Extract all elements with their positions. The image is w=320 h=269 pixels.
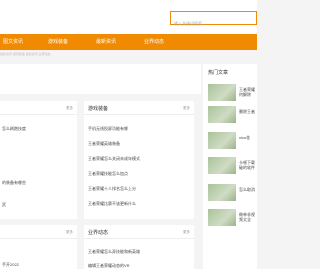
article-thumbnail <box>208 84 236 101</box>
more-link[interactable]: 更多 <box>183 106 190 111</box>
list-item[interactable]: 手开2022 <box>2 262 19 268</box>
nav-item-graphic-news[interactable]: 图文资讯 <box>3 38 23 45</box>
panel-title: 热门文章 <box>208 70 229 76</box>
list-item[interactable]: 王者荣耀怎么关闭未成年模式 <box>88 156 140 162</box>
main-nav: 图文资讯 游戏装备 最新资讯 业界动态 <box>0 34 257 50</box>
hot-article-item[interactable]: 卡顿下载破的软件 <box>208 157 258 174</box>
article-thumbnail <box>208 132 236 149</box>
hot-article-item[interactable]: 王者荣耀何解除 <box>208 84 258 101</box>
panel-header: 更多 <box>0 225 77 239</box>
panel-title: 游戏装备 <box>88 106 109 112</box>
list-item[interactable]: 武 <box>2 202 6 208</box>
hot-article-item[interactable]: 做单非视频太全 <box>208 209 258 226</box>
nav-item-game-gear[interactable]: 游戏装备 <box>48 38 68 45</box>
more-link[interactable]: 更多 <box>66 230 73 235</box>
hot-article-item[interactable]: 删除王者 <box>208 106 258 123</box>
hot-article-item[interactable]: 怎么取消 <box>208 184 258 201</box>
list-item[interactable]: 的装备有哪些 <box>2 180 26 186</box>
article-title: vivo花 <box>239 135 251 140</box>
more-link[interactable]: 更多 <box>66 106 73 111</box>
panel-title: 业界动态 <box>88 230 109 236</box>
list-item[interactable]: 王者荣耀英雄装备 <box>88 141 120 147</box>
banner-panel <box>0 64 201 94</box>
hot-article-item[interactable]: vivo花 <box>208 132 258 149</box>
game-gear-panel: 游戏装备 更多 手机无线投屏功能有哪 王者荣耀英雄装备 王者荣耀怎么关闭未成年模… <box>84 101 194 219</box>
panel-header: 更多 <box>0 101 77 115</box>
search-box <box>170 11 257 30</box>
article-title: 王者荣耀何解除 <box>239 87 255 97</box>
article-title: 卡顿下载破的软件 <box>239 160 255 170</box>
search-input[interactable] <box>171 17 256 30</box>
list-item[interactable]: 王者荣耀十人排名怎么上分 <box>88 186 136 192</box>
list-item[interactable]: 手机无线投屏功能有哪 <box>88 126 128 132</box>
more-link[interactable]: 更多 <box>183 230 190 235</box>
list-item[interactable]: 王者荣耀技能怎么加点 <box>88 171 128 177</box>
list-item[interactable]: 编辑王者荣耀动态的VR <box>88 263 130 269</box>
panel-header: 游戏装备 更多 <box>84 101 194 115</box>
article-thumbnail <box>208 157 236 174</box>
hot-articles-panel: 热门文章 王者荣耀何解除 删除王者 vivo花 卡顿下载破的软件 怎么取消 做单… <box>203 64 257 269</box>
article-thumbnail <box>208 106 236 123</box>
top-header <box>0 0 257 34</box>
list-item[interactable]: 怎么刷跑技度 <box>2 126 26 132</box>
industry-panel: 业界动态 更多 王者荣耀怎么弄技能和新英雄 编辑王者荣耀动态的VR <box>84 225 194 269</box>
article-title: 删除王者 <box>239 109 255 114</box>
article-thumbnail <box>208 184 236 201</box>
list-item[interactable]: 王者荣耀比赛不该更新什么 <box>88 201 136 207</box>
breadcrumb: 最新资讯 游戏装备 最新资讯 业界动态 <box>0 52 51 56</box>
article-title: 怎么取消 <box>239 187 255 192</box>
article-thumbnail <box>208 209 236 226</box>
nav-item-industry[interactable]: 业界动态 <box>144 38 164 45</box>
list-item[interactable]: 王者荣耀怎么弄技能和新英雄 <box>88 249 140 255</box>
panel-header: 业界动态 更多 <box>84 225 194 239</box>
left-panel: 更多 怎么刷跑技度 的装备有哪些 武 <box>0 101 77 219</box>
left-bottom-panel: 更多 手开2022 <box>0 225 77 269</box>
article-title: 做单非视频太全 <box>239 212 255 222</box>
nav-item-latest-news[interactable]: 最新资讯 <box>96 38 116 45</box>
